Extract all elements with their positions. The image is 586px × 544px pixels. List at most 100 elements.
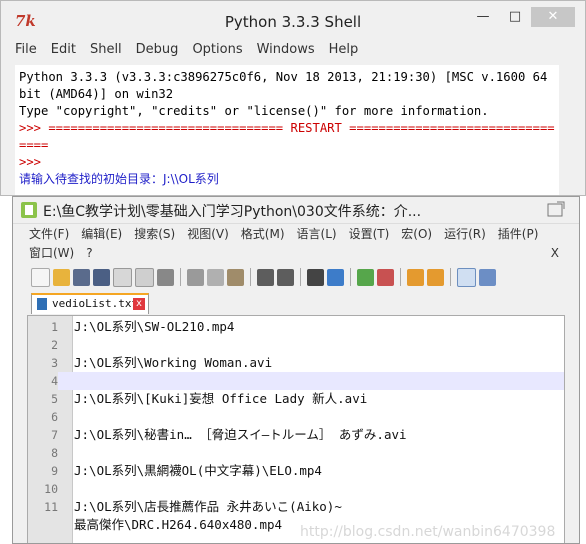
line-number: 2 xyxy=(51,338,58,352)
undo-icon[interactable] xyxy=(257,268,274,286)
maximize-button[interactable]: □ xyxy=(499,7,531,27)
npp-toolbar xyxy=(31,265,496,289)
editor-line: 3 J:\OL系列\Working Woman.avi xyxy=(28,354,564,372)
tab-close-icon[interactable]: x xyxy=(133,298,145,310)
menu-file[interactable]: File xyxy=(15,39,37,61)
line-text: J:\OL系列\黒網襪OL(中文字幕)\ELO.mp4 xyxy=(74,463,322,478)
show-all-characters-icon[interactable] xyxy=(479,268,496,286)
editor-line: 7 J:\OL系列\秘書in… ［脅迫スイ―トルーム］ あずみ.avi xyxy=(28,426,564,444)
menu-shell[interactable]: Shell xyxy=(90,39,122,61)
editor-line: 1 J:\OL系列\SW-OL210.mp4 xyxy=(28,318,564,336)
npp-window-title: E:\鱼C教学计划\零基础入门学习Python\030文件系统：介... xyxy=(43,204,422,220)
toolbar-separator xyxy=(180,268,181,286)
file-icon xyxy=(37,298,47,310)
window-controls: — □ ✕ xyxy=(467,7,575,27)
editor-line: 2 xyxy=(28,336,564,354)
shell-prompt: >>> xyxy=(19,155,42,169)
editor-line: 5 J:\OL系列\[Kuki]妄想 Office Lady 新人.avi xyxy=(28,390,564,408)
menu-help[interactable]: ? xyxy=(86,246,92,260)
editor-area[interactable]: 1 J:\OL系列\SW-OL210.mp4 2 3 J:\OL系列\Working… xyxy=(27,315,565,543)
close-all-icon[interactable] xyxy=(135,267,154,287)
redo-icon[interactable] xyxy=(277,268,294,286)
line-number: 3 xyxy=(51,356,58,370)
find-icon[interactable] xyxy=(307,268,324,286)
zoom-in-icon[interactable] xyxy=(357,268,374,286)
editor-line: 6 xyxy=(28,408,564,426)
python-shell-window: 7k Python 3.3.3 Shell — □ ✕ File Edit Sh… xyxy=(0,0,586,196)
line-number: 9 xyxy=(51,464,58,478)
line-number: 10 xyxy=(44,482,58,496)
npp-menubar: 文件(F) 编辑(E) 搜索(S) 视图(V) 格式(M) 语言(L) 设置(T) 宏(O) 运… xyxy=(29,225,559,263)
shell-restart-line: >>> ================================ RES… xyxy=(19,121,555,152)
line-text: 最高傑作\DRC.H264.640x480.mp4 xyxy=(74,517,283,532)
editor-line: 11 J:\OL系列\店長推薦作品 永井あいこ(Aiko)~ xyxy=(28,498,564,516)
shell-output-area[interactable]: Python 3.3.3 (v3.3.3:c3896275c0f6, Nov 1… xyxy=(15,65,559,195)
editor-line: 8 xyxy=(28,444,564,462)
menu-edit[interactable]: Edit xyxy=(51,39,76,61)
toolbar-separator xyxy=(450,268,451,286)
line-number: 11 xyxy=(44,500,58,514)
close-button[interactable]: ✕ xyxy=(531,7,575,27)
editor-line: 9 J:\OL系列\黒網襪OL(中文字幕)\ELO.mp4 xyxy=(28,462,564,480)
notepadpp-window: E:\鱼C教学计划\零基础入门学习Python\030文件系统：介... 文件(… xyxy=(12,196,580,544)
save-icon[interactable] xyxy=(73,268,90,286)
line-number: 1 xyxy=(51,320,58,334)
editor-line: 10 xyxy=(28,480,564,498)
toolbar-separator xyxy=(300,268,301,286)
minimize-button[interactable]: — xyxy=(467,7,499,27)
menu-debug[interactable]: Debug xyxy=(136,39,179,61)
restore-window-icon[interactable] xyxy=(547,201,565,217)
menu-settings[interactable]: 设置(T) xyxy=(349,227,390,241)
cut-icon[interactable] xyxy=(187,268,204,286)
line-number: 5 xyxy=(51,392,58,406)
menu-windows[interactable]: Windows xyxy=(257,39,315,61)
menu-format[interactable]: 格式(M) xyxy=(241,227,285,241)
line-text: J:\OL系列\SW-OL210.mp4 xyxy=(74,319,235,334)
toolbar-separator xyxy=(250,268,251,286)
shell-menubar: File Edit Shell Debug Options Windows He… xyxy=(1,39,585,61)
print-icon[interactable] xyxy=(157,268,174,286)
shell-titlebar: 7k Python 3.3.3 Shell — □ ✕ xyxy=(1,1,585,39)
tab-vediolist[interactable]: vedioList.txt x xyxy=(31,293,149,314)
new-file-icon[interactable] xyxy=(31,267,50,287)
toolbar-separator xyxy=(400,268,401,286)
shell-input-prompt: 请输入待查找的初始目录：J:\\OL系列 xyxy=(19,172,219,186)
menu-file[interactable]: 文件(F) xyxy=(29,227,69,241)
open-file-icon[interactable] xyxy=(53,268,70,286)
toolbar-separator xyxy=(350,268,351,286)
copy-icon[interactable] xyxy=(207,268,224,286)
shell-vertical-scrollbar[interactable] xyxy=(561,65,577,195)
menu-search[interactable]: 搜索(S) xyxy=(134,227,175,241)
watermark: http://blog.csdn.net/wanbin6470398 xyxy=(300,524,556,540)
menu-edit[interactable]: 编辑(E) xyxy=(81,227,122,241)
menu-plugins[interactable]: 插件(P) xyxy=(498,227,539,241)
sync-horizontal-icon[interactable] xyxy=(427,268,444,286)
close-document-button[interactable]: X xyxy=(551,244,559,263)
zoom-out-icon[interactable] xyxy=(377,268,394,286)
replace-icon[interactable] xyxy=(327,268,344,286)
menu-help[interactable]: Help xyxy=(329,39,359,61)
line-number: 7 xyxy=(51,428,58,442)
menu-view[interactable]: 视图(V) xyxy=(187,227,229,241)
tab-label: vedioList.txt xyxy=(52,297,139,310)
notepadpp-app-icon xyxy=(21,202,37,218)
shell-banner-line: Python 3.3.3 (v3.3.3:c3896275c0f6, Nov 1… xyxy=(19,70,555,101)
menu-language[interactable]: 语言(L) xyxy=(297,227,337,241)
shell-info-line: Type "copyright", "credits" or "license(… xyxy=(19,104,489,118)
editor-line-current: 4 xyxy=(28,372,564,390)
menu-window[interactable]: 窗口(W) xyxy=(29,246,74,260)
word-wrap-icon[interactable] xyxy=(457,267,476,287)
paste-icon[interactable] xyxy=(227,268,244,286)
close-file-icon[interactable] xyxy=(113,267,132,287)
save-all-icon[interactable] xyxy=(93,268,110,286)
menu-macro[interactable]: 宏(O) xyxy=(401,227,432,241)
sync-vertical-icon[interactable] xyxy=(407,268,424,286)
menu-options[interactable]: Options xyxy=(192,39,242,61)
line-text: J:\OL系列\秘書in… ［脅迫スイ―トルーム］ あずみ.avi xyxy=(74,427,407,442)
line-number: 6 xyxy=(51,410,58,424)
npp-titlebar: E:\鱼C教学计划\零基础入门学习Python\030文件系统：介... xyxy=(13,197,579,224)
line-text: J:\OL系列\店長推薦作品 永井あいこ(Aiko)~ xyxy=(74,499,342,514)
line-number: 8 xyxy=(51,446,58,460)
menu-run[interactable]: 运行(R) xyxy=(444,227,486,241)
line-text: J:\OL系列\[Kuki]妄想 Office Lady 新人.avi xyxy=(74,391,368,406)
